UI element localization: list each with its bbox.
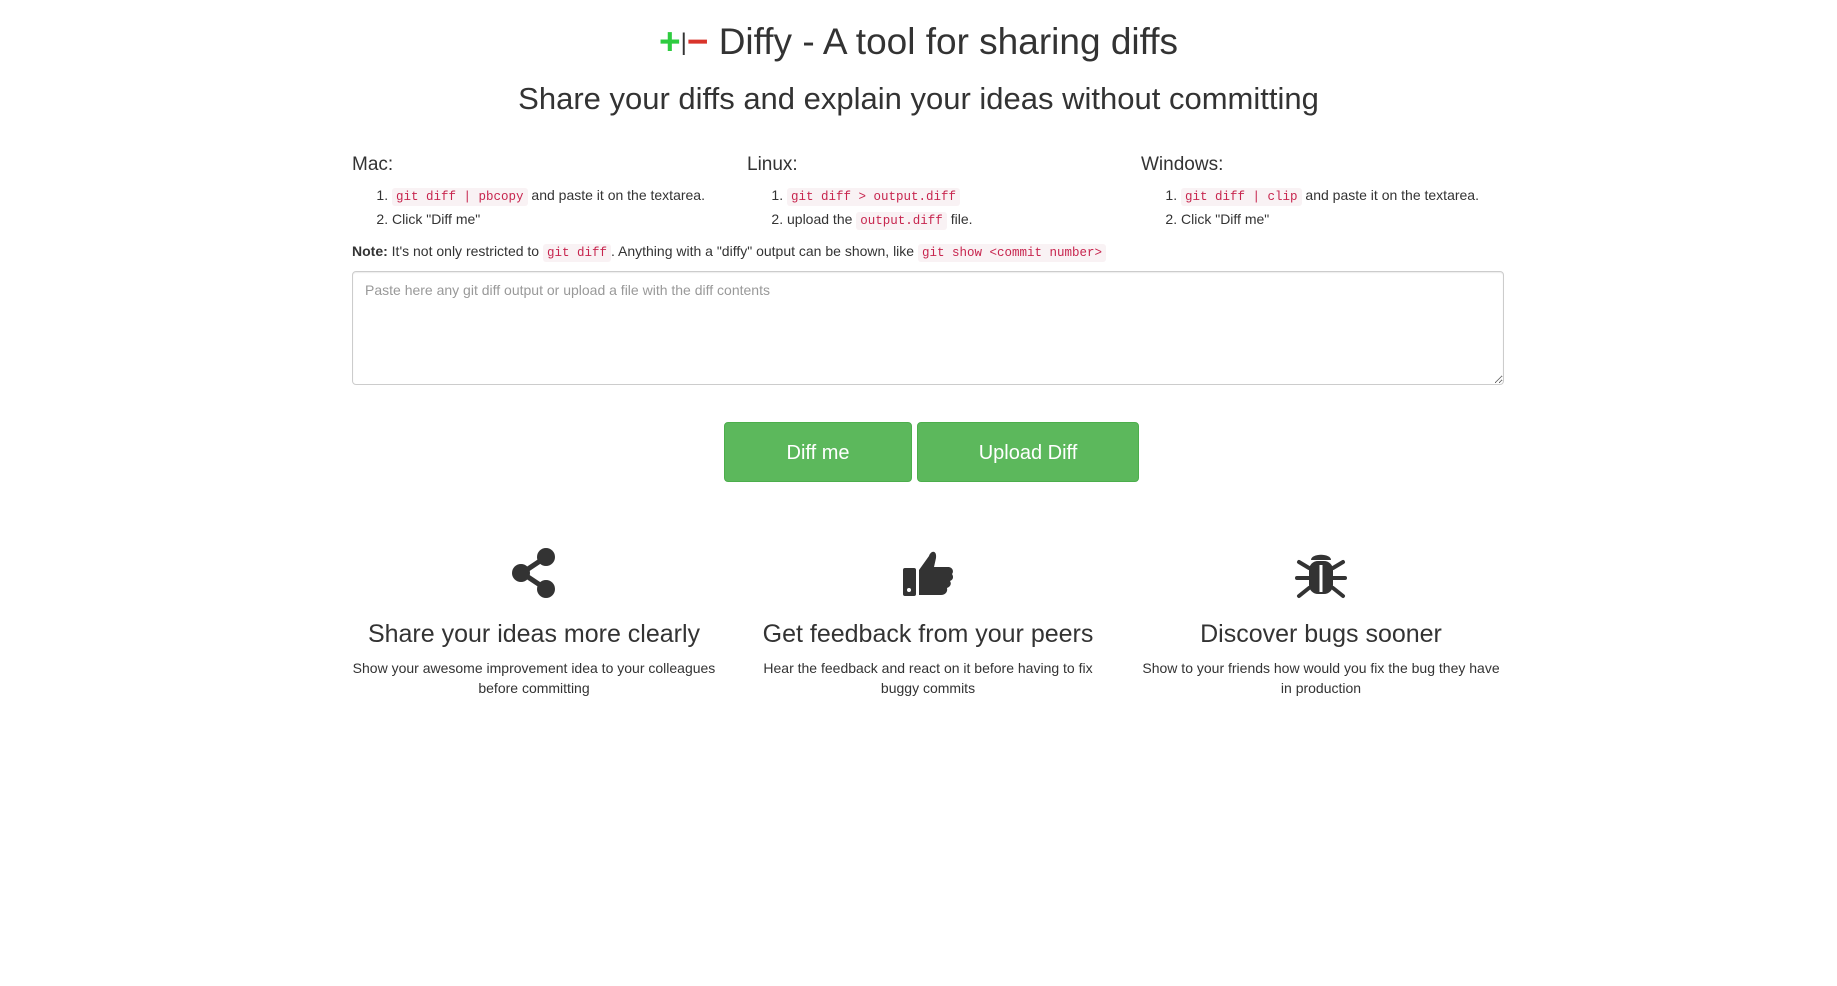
feature-title: Share your ideas more clearly [367, 620, 701, 648]
note-code-2: git show <commit number> [917, 244, 1106, 262]
diff-me-button[interactable]: Diff me [724, 422, 912, 482]
linux-step-2: upload the output.diff file. [787, 208, 1137, 232]
linux-step-2-prefix: upload the [787, 211, 853, 227]
feature-title: Get feedback from your peers [762, 620, 1094, 648]
windows-command: git diff | clip [1181, 188, 1302, 206]
linux-command: git diff > output.diff [787, 188, 961, 206]
feature-description: Show your awesome improvement idea to yo… [352, 660, 716, 696]
share-icon [339, 545, 729, 600]
upload-diff-button[interactable]: Upload Diff [917, 422, 1139, 482]
feature-bugs: Discover bugs sooner Show to your friend… [1126, 545, 1516, 698]
feature-description: Show to your friends how would you fix t… [1142, 660, 1500, 696]
mac-heading: Mac: [352, 154, 394, 175]
linux-output-file: output.diff [856, 212, 947, 230]
note-code-1: git diff [542, 244, 611, 262]
plus-logo-icon: + [658, 21, 681, 62]
title-text: Diffy - A tool for sharing diffs [718, 21, 1179, 62]
windows-step-1-text: and paste it on the textarea. [1305, 187, 1479, 203]
linux-instructions: Linux: git diff > output.diff upload the… [747, 152, 1137, 232]
mac-step-2: Click "Diff me" [392, 208, 742, 230]
note-text-2: . Anything with a "diffy" output can be … [610, 243, 915, 259]
feature-feedback: Get feedback from your peers Hear the fe… [733, 545, 1123, 698]
windows-steps: git diff | clip and paste it on the text… [1141, 184, 1531, 230]
linux-step-2-suffix: file. [950, 211, 973, 227]
page-subtitle: Share your diffs and explain your ideas … [518, 81, 1319, 116]
windows-step-2: Click "Diff me" [1181, 208, 1531, 230]
windows-instructions: Windows: git diff | clip and paste it on… [1141, 152, 1531, 230]
mac-step-1-text: and paste it on the textarea. [531, 187, 705, 203]
bug-icon [1126, 545, 1516, 600]
mac-command: git diff | pbcopy [392, 188, 528, 206]
linux-step-1: git diff > output.diff [787, 184, 1137, 208]
mac-instructions: Mac: git diff | pbcopy and paste it on t… [352, 152, 742, 230]
mac-steps: git diff | pbcopy and paste it on the te… [352, 184, 742, 230]
note-text-1: It's not only restricted to [391, 243, 540, 259]
windows-step-1: git diff | clip and paste it on the text… [1181, 184, 1531, 208]
windows-heading: Windows: [1141, 154, 1224, 175]
mac-step-1: git diff | pbcopy and paste it on the te… [392, 184, 742, 208]
bar-logo-icon: | [680, 29, 687, 56]
note: Note: It's not only restricted to git di… [352, 240, 1106, 264]
note-label: Note: [352, 243, 388, 259]
feature-share: Share your ideas more clearly Show your … [339, 545, 729, 698]
diff-input[interactable] [352, 271, 1504, 385]
linux-heading: Linux: [747, 154, 798, 175]
feature-title: Discover bugs sooner [1200, 620, 1442, 648]
linux-steps: git diff > output.diff upload the output… [747, 184, 1137, 232]
minus-logo-icon: − [686, 21, 709, 62]
page-title: +|− Diffy - A tool for sharing diffs [0, 20, 1837, 69]
feature-description: Hear the feedback and react on it before… [763, 660, 1093, 696]
thumbs-up-icon [733, 545, 1123, 600]
